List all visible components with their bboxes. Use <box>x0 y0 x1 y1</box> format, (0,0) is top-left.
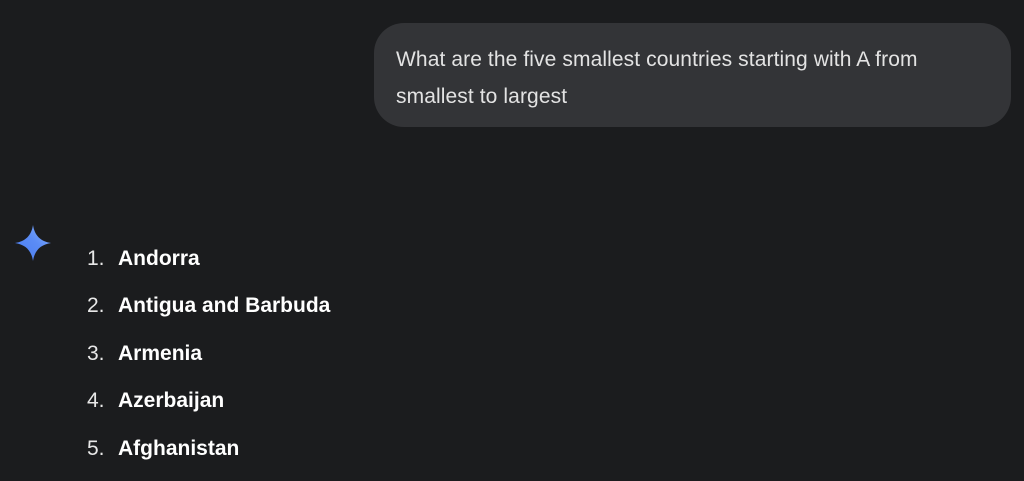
country-name: Armenia <box>118 341 203 365</box>
list-item-number: 4. <box>87 389 105 413</box>
list-item: 5. Afghanistan <box>87 425 330 473</box>
country-name: Afghanistan <box>118 436 240 460</box>
list-item-number: 2. <box>87 294 105 318</box>
country-name: Azerbaijan <box>118 389 225 413</box>
gemini-sparkle-icon <box>14 224 52 262</box>
list-item-number: 1. <box>87 246 105 270</box>
country-name: Antigua and Barbuda <box>118 294 331 318</box>
answer-list: 1. Andorra 2. Antigua and Barbuda 3. Arm… <box>87 235 330 473</box>
list-item-number: 5. <box>87 436 105 460</box>
user-prompt-bubble: What are the five smallest countries sta… <box>374 23 1011 127</box>
list-item: 1. Andorra <box>87 235 330 283</box>
list-item: 2. Antigua and Barbuda <box>87 283 330 331</box>
list-item: 4. Azerbaijan <box>87 378 330 426</box>
list-item-number: 3. <box>87 341 105 365</box>
list-item: 3. Armenia <box>87 330 330 378</box>
user-prompt-text: What are the five smallest countries sta… <box>396 48 918 108</box>
country-name: Andorra <box>118 246 200 270</box>
